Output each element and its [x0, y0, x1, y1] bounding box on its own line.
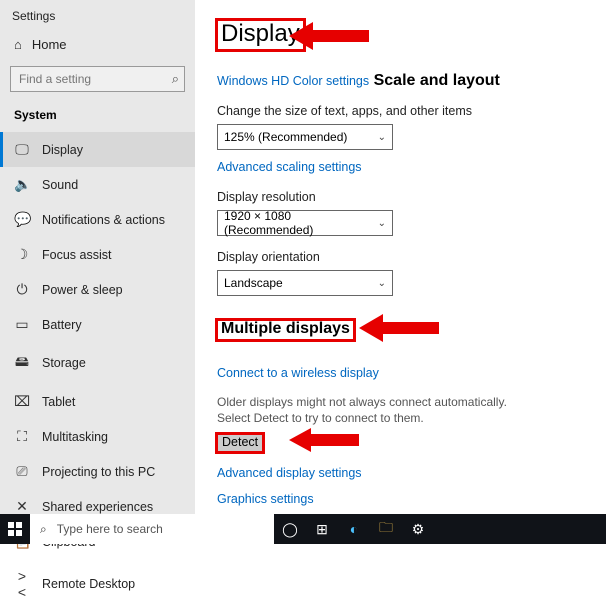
search-input[interactable]	[10, 66, 185, 92]
multiple-displays-heading: Multiple displays	[217, 320, 354, 340]
sidebar-item-power-sleep[interactable]: ⏻ Power & sleep	[0, 272, 195, 307]
wireless-display-link[interactable]: Connect to a wireless display	[217, 366, 379, 380]
advanced-scaling-link[interactable]: Advanced scaling settings	[217, 160, 362, 174]
scale-select[interactable]: 125% (Recommended) ⌄	[217, 124, 393, 150]
detect-button[interactable]: Detect	[217, 434, 263, 452]
nav-label: Remote Desktop	[42, 577, 135, 591]
taskbar-search-placeholder: Type here to search	[57, 522, 163, 536]
nav-icon: 💬	[14, 211, 30, 228]
window-title: Settings	[0, 0, 195, 23]
search-wrap: ⌕	[10, 66, 185, 92]
task-view-icon[interactable]: ⊞	[306, 514, 338, 544]
orientation-select[interactable]: Landscape ⌄	[217, 270, 393, 296]
chevron-down-icon: ⌄	[378, 132, 386, 143]
nav-label: Multitasking	[42, 430, 108, 444]
nav-icon: ▭	[14, 316, 30, 333]
nav-label: Tablet	[42, 395, 75, 409]
nav-label: Power & sleep	[42, 283, 123, 297]
search-icon: ⌕	[172, 71, 179, 87]
nav-label: Projecting to this PC	[42, 465, 155, 479]
nav-icon: ⏻	[14, 281, 30, 298]
home-button[interactable]: ⌂ Home	[0, 23, 195, 60]
nav-icon: ⌧	[14, 393, 30, 410]
nav-icon: ><	[14, 568, 30, 600]
annotation-arrow-icon	[359, 310, 439, 346]
scale-label: Change the size of text, apps, and other…	[217, 104, 590, 118]
edge-icon[interactable]: ◐	[338, 514, 370, 544]
sidebar-item-storage[interactable]: 🖴 Storage	[0, 342, 195, 384]
nav-label: Shared experiences	[42, 500, 153, 514]
scale-value: 125% (Recommended)	[224, 130, 347, 144]
resolution-value: 1920 × 1080 (Recommended)	[224, 209, 378, 237]
advanced-display-link[interactable]: Advanced display settings	[217, 466, 362, 480]
chevron-down-icon: ⌄	[378, 218, 386, 229]
cortana-icon[interactable]: ◯	[274, 514, 306, 544]
search-icon: ⌕	[40, 522, 47, 537]
sidebar: Settings ⌂ Home ⌕ System 🖵 Display 🔈 Sound 💬…	[0, 0, 195, 514]
sidebar-item-focus-assist[interactable]: ☽ Focus assist	[0, 237, 195, 272]
nav-label: Notifications & actions	[42, 213, 165, 227]
home-icon: ⌂	[14, 37, 22, 52]
explorer-icon[interactable]: 🗀	[370, 514, 402, 544]
sidebar-item-multitasking[interactable]: ⛶ Multitasking	[0, 419, 195, 454]
sidebar-item-battery[interactable]: ▭ Battery	[0, 307, 195, 342]
sidebar-item-notifications-actions[interactable]: 💬 Notifications & actions	[0, 202, 195, 237]
main-content: Display Windows HD Color settings Scale …	[195, 0, 606, 514]
nav-label: Focus assist	[42, 248, 111, 262]
chevron-down-icon: ⌄	[378, 278, 386, 289]
nav-label: Display	[42, 143, 83, 157]
hd-color-link[interactable]: Windows HD Color settings	[217, 74, 369, 88]
graphics-settings-link[interactable]: Graphics settings	[217, 492, 314, 506]
nav-label: Battery	[42, 318, 82, 332]
sidebar-item-remote-desktop[interactable]: >< Remote Desktop	[0, 559, 195, 609]
nav-icon: 🔈	[14, 176, 30, 193]
nav-icon: ⛶	[14, 428, 30, 445]
sidebar-item-projecting-to-this-pc[interactable]: ⎚ Projecting to this PC	[0, 454, 195, 489]
windows-icon	[8, 522, 22, 536]
annotation-arrow-icon	[289, 18, 369, 54]
orientation-label: Display orientation	[217, 250, 590, 264]
taskbar-icons: ◯ ⊞ ◐ 🗀 ⚙	[274, 514, 434, 544]
nav-icon: 🖵	[14, 141, 30, 158]
detect-description: Older displays might not always connect …	[217, 394, 517, 426]
nav-icon: ⎚	[14, 463, 30, 480]
settings-icon[interactable]: ⚙	[402, 514, 434, 544]
sidebar-item-display[interactable]: 🖵 Display	[0, 132, 195, 167]
nav-label: Storage	[42, 356, 86, 370]
start-button[interactable]	[0, 514, 30, 544]
taskbar-search[interactable]: ⌕ Type here to search	[30, 514, 274, 544]
home-label: Home	[32, 37, 67, 52]
orientation-value: Landscape	[224, 276, 283, 290]
sidebar-item-tablet[interactable]: ⌧ Tablet	[0, 384, 195, 419]
sidebar-item-sound[interactable]: 🔈 Sound	[0, 167, 195, 202]
resolution-select[interactable]: 1920 × 1080 (Recommended) ⌄	[217, 210, 393, 236]
resolution-label: Display resolution	[217, 190, 590, 204]
annotation-arrow-icon	[289, 424, 359, 456]
nav-icon: 🖴	[14, 351, 30, 375]
nav-icon: ☽	[14, 246, 30, 263]
group-heading: System	[0, 92, 195, 128]
nav-label: Sound	[42, 178, 78, 192]
taskbar: ⌕ Type here to search ◯ ⊞ ◐ 🗀 ⚙	[0, 514, 606, 544]
nav-icon: ✕	[14, 498, 30, 515]
scale-heading: Scale and layout	[374, 72, 500, 90]
